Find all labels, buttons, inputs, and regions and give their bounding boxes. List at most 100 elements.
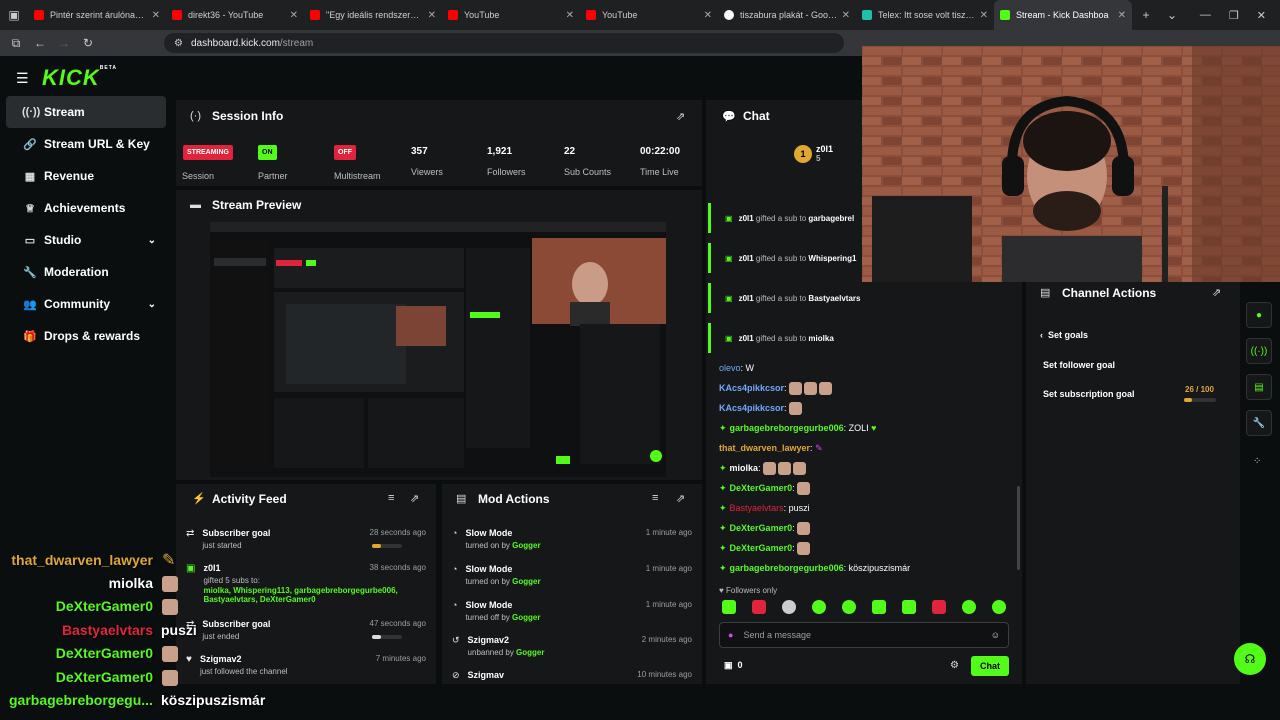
sidebar-item-moderation[interactable]: 🔧 Moderation xyxy=(6,256,166,288)
chat-scrollbar[interactable] xyxy=(1017,486,1020,570)
emote-icon[interactable] xyxy=(842,600,856,614)
site-info-icon[interactable]: ⚙ xyxy=(174,38,183,49)
goal-progress-bar xyxy=(372,544,402,548)
support-button[interactable]: ☊ xyxy=(1234,643,1266,675)
shield-icon: ▤ xyxy=(456,493,467,505)
close-tab-icon[interactable]: ✕ xyxy=(152,10,160,21)
sub-badge-icon: ✦ xyxy=(719,502,727,513)
followers-only-label: ♥ Followers only xyxy=(719,586,778,595)
browser-tab-active[interactable]: Stream - Kick Dashboa ✕ xyxy=(994,0,1132,30)
set-subscription-goal[interactable]: Set subscription goal xyxy=(1043,389,1135,399)
close-tab-icon[interactable]: ✕ xyxy=(428,10,436,21)
tab-search-icon[interactable]: ▣ xyxy=(0,8,28,22)
close-tab-icon[interactable]: ✕ xyxy=(842,10,850,21)
set-follower-goal[interactable]: Set follower goal xyxy=(1043,360,1115,370)
browser-tab[interactable]: Telex: Itt sose volt tiszta a v✕ xyxy=(856,0,994,30)
video-icon: ▬ xyxy=(190,199,201,211)
mic-icon[interactable]: ● xyxy=(728,630,733,640)
gift-icon: ▣ xyxy=(725,253,733,263)
rail-button[interactable]: ((·)) xyxy=(1246,338,1272,364)
close-tab-icon[interactable]: ✕ xyxy=(980,10,988,21)
wrench-icon: 🔧 xyxy=(1252,417,1266,429)
overlay-chat-line: miolka xyxy=(108,575,153,591)
gift-sub-icon: ▣ xyxy=(186,563,196,574)
channel-actions-title: Channel Actions xyxy=(1062,286,1157,300)
popout-icon[interactable]: ⇗ xyxy=(676,492,685,505)
emote-icon[interactable] xyxy=(992,600,1006,614)
browser-tab[interactable]: YouTube ✕ xyxy=(580,0,718,30)
browser-tab[interactable]: "Egy ideális rendszerben ne✕ xyxy=(304,0,442,30)
browser-tab[interactable]: tiszabura plakát - Google-k ✕ xyxy=(718,0,856,30)
goal-progress-bar xyxy=(372,635,402,639)
popout-icon[interactable]: ⇗ xyxy=(410,492,419,505)
restore-icon[interactable]: ❐ xyxy=(1229,9,1239,22)
reload-icon[interactable]: ↻ xyxy=(76,36,100,50)
sidebar-toggle-icon[interactable]: ⧉ xyxy=(4,36,28,51)
url-field[interactable]: ⚙ dashboard.kick.com/stream xyxy=(164,33,844,53)
close-tab-icon[interactable]: ✕ xyxy=(704,10,712,21)
chat-input[interactable]: ● Send a message ☺ xyxy=(719,622,1009,648)
new-tab-icon[interactable]: + xyxy=(1132,8,1160,22)
youtube-favicon-icon xyxy=(34,10,44,20)
filter-icon[interactable]: ≡ xyxy=(652,492,658,504)
emote-icon[interactable] xyxy=(872,600,886,614)
close-tab-icon[interactable]: ✕ xyxy=(290,10,298,21)
bolt-icon: ⚡ xyxy=(192,493,206,505)
slow-mode-icon: ◔ xyxy=(452,564,458,574)
filter-icon[interactable]: ≡ xyxy=(388,492,394,504)
popout-icon[interactable]: ⇗ xyxy=(676,110,685,123)
google-favicon-icon xyxy=(724,10,734,20)
close-tab-icon[interactable]: ✕ xyxy=(1118,10,1126,21)
popout-icon[interactable]: ⇗ xyxy=(1212,286,1221,299)
sidebar-item-stream[interactable]: ((·)) Stream xyxy=(6,96,166,128)
sidebar-item-revenue[interactable]: ▦ Revenue xyxy=(6,160,166,192)
close-window-icon[interactable]: ✕ xyxy=(1257,9,1266,22)
rail-button[interactable]: ● xyxy=(1246,302,1272,328)
chat-send-button[interactable]: Chat xyxy=(971,656,1009,676)
back-icon[interactable]: ← xyxy=(28,36,52,50)
sidebar-item-achievements[interactable]: ♕ Achievements xyxy=(6,192,166,224)
kick-favicon-icon xyxy=(1000,10,1010,20)
browser-tab[interactable]: direkt36 - YouTube ✕ xyxy=(166,0,304,30)
emote-icon[interactable] xyxy=(752,600,766,614)
broadcast-icon: (·) xyxy=(190,110,201,122)
headset-icon: ☊ xyxy=(1244,652,1256,666)
sidebar-item-drops-rewards[interactable]: 🎁 Drops & rewards xyxy=(6,320,166,352)
sidebar-item-stream-url-key[interactable]: 🔗 Stream URL & Key xyxy=(6,128,166,160)
emoji-icon[interactable]: ☺ xyxy=(991,630,1000,640)
grid-icon[interactable]: ⁘ xyxy=(1253,456,1261,467)
set-goals-back[interactable]: ‹ Set goals xyxy=(1040,330,1088,340)
forward-icon[interactable]: → xyxy=(52,36,76,50)
emote-icon[interactable] xyxy=(932,600,946,614)
gift-sub-message: ▣ z0l1 gifted a sub to Whispering1 xyxy=(708,243,864,273)
browser-tab[interactable]: YouTube ✕ xyxy=(442,0,580,30)
rail-button[interactable]: ▤ xyxy=(1246,374,1272,400)
webcam-overlay xyxy=(862,46,1280,282)
gear-icon[interactable]: ⚙ xyxy=(950,660,959,671)
emote-icon[interactable] xyxy=(962,600,976,614)
time-live-value: 00:22:00 xyxy=(640,146,681,157)
session-info-panel: (·) Session Info ⇗ STREAMING ON OFF Sess… xyxy=(176,100,702,186)
chat-message: olevo: W xyxy=(719,363,755,373)
activity-row: ♥ Szigmav2 just followed the channel 7 mi… xyxy=(186,654,426,676)
browser-tab[interactable]: Pintér szerint árulónak tartj ✕ xyxy=(28,0,166,30)
emote-icon[interactable] xyxy=(782,600,796,614)
channel-points[interactable]: ▣ 0 xyxy=(724,660,743,671)
emote-icon xyxy=(162,599,178,615)
close-tab-icon[interactable]: ✕ xyxy=(566,10,574,21)
sidebar-item-studio[interactable]: ▭ Studio ⌄ xyxy=(6,224,166,256)
menu-icon[interactable]: ☰ xyxy=(16,70,29,87)
emote-icon xyxy=(763,461,777,475)
stream-preview-video[interactable] xyxy=(210,222,666,477)
sidebar-item-community[interactable]: 👥 Community ⌄ xyxy=(6,288,166,320)
emote-icon[interactable] xyxy=(812,600,826,614)
emote-icon[interactable] xyxy=(722,600,736,614)
minimize-icon[interactable]: — xyxy=(1200,9,1211,22)
subs-label: Sub Counts xyxy=(564,167,612,177)
chat-bubble-icon: 💬 xyxy=(722,111,736,123)
overlay-chat-line: DeXterGamer0 xyxy=(55,669,153,685)
kick-logo[interactable]: KICKBETA xyxy=(42,65,117,91)
emote-icon[interactable] xyxy=(902,600,916,614)
tab-list-chevron-icon[interactable]: ⌄ xyxy=(1160,8,1184,22)
rail-button[interactable]: 🔧 xyxy=(1246,410,1272,436)
